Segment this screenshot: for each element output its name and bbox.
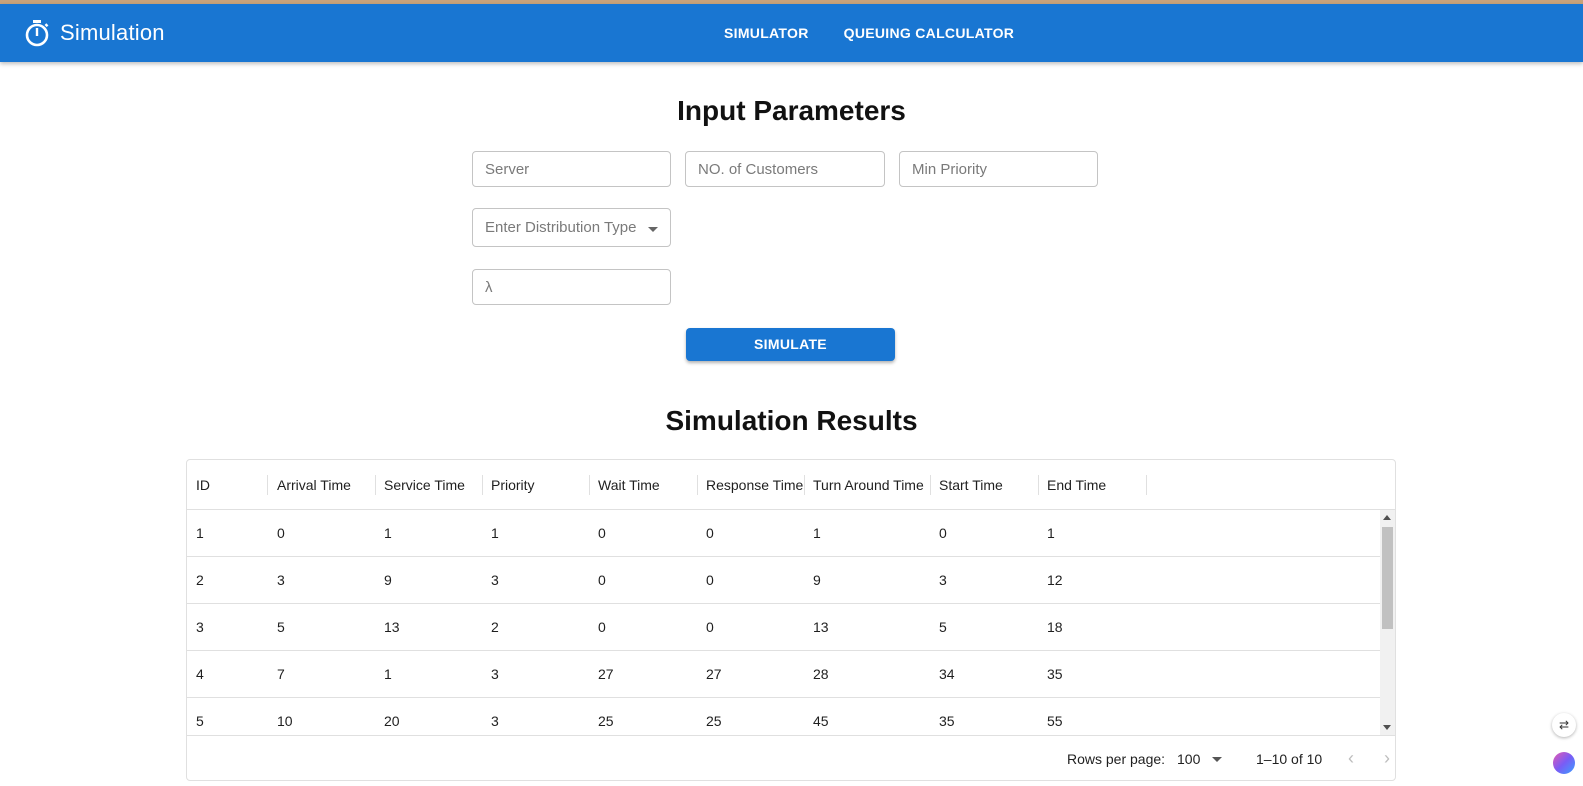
cell-end-time: 1 (1047, 525, 1055, 541)
cell-end-time: 18 (1047, 619, 1063, 635)
table-header: ID Arrival Time Service Time Priority Wa… (187, 460, 1395, 510)
cell-wait-time: 0 (598, 619, 606, 635)
column-header-response-time[interactable]: Response Time (697, 460, 803, 510)
customers-input[interactable]: NO. of Customers (685, 151, 885, 187)
cell-id: 4 (196, 666, 204, 682)
cell-priority: 3 (491, 666, 499, 682)
app-bar: Simulation SIMULATOR QUEUING CALCULATOR (0, 4, 1583, 62)
column-header-priority[interactable]: Priority (482, 460, 535, 510)
cell-wait-time: 0 (598, 525, 606, 541)
pagination-range: 1–10 of 10 (1256, 751, 1323, 767)
cell-response-time: 25 (706, 713, 722, 729)
table-pagination: Rows per page: 100 1–10 of 10 ‹ › (187, 735, 1395, 780)
cell-service-time: 1 (384, 525, 392, 541)
table-scrollbar[interactable] (1380, 510, 1395, 735)
cell-arrival-time: 3 (277, 572, 285, 588)
cell-priority: 2 (491, 619, 499, 635)
cell-id: 1 (196, 525, 204, 541)
previous-page-icon[interactable]: ‹ (1340, 747, 1362, 769)
translate-extension-icon[interactable]: ⇄ (1552, 713, 1576, 737)
results-table: ID Arrival Time Service Time Priority Wa… (186, 459, 1396, 781)
rows-per-page-label: Rows per page: (1067, 751, 1166, 767)
cell-response-time: 0 (706, 619, 714, 635)
cell-priority: 3 (491, 713, 499, 729)
cell-arrival-time: 0 (277, 525, 285, 541)
cell-service-time: 9 (384, 572, 392, 588)
server-placeholder: Server (485, 161, 530, 178)
customers-placeholder: NO. of Customers (698, 161, 819, 178)
scroll-up-arrow-icon[interactable] (1383, 515, 1391, 520)
simulation-results-heading: Simulation Results (665, 405, 918, 436)
cell-wait-time: 0 (598, 572, 606, 588)
brand[interactable]: Simulation (24, 16, 165, 50)
top-nav: SIMULATOR QUEUING CALCULATOR (716, 4, 1041, 62)
cell-service-time: 1 (384, 666, 392, 682)
server-input[interactable]: Server (472, 151, 671, 187)
cell-id: 5 (196, 713, 204, 729)
scroll-down-arrow-icon[interactable] (1383, 725, 1391, 730)
table-row[interactable]: 1 0 1 1 0 0 1 0 1 (187, 510, 1380, 557)
min-priority-placeholder: Min Priority (912, 161, 988, 178)
column-header-id[interactable]: ID (187, 460, 210, 510)
table-row[interactable]: 4 7 1 3 27 27 28 34 35 (187, 651, 1380, 698)
cell-priority: 3 (491, 572, 499, 588)
table-row[interactable]: 5 10 20 3 25 25 45 35 55 (187, 698, 1380, 735)
cell-turn-around-time: 45 (813, 713, 829, 729)
cell-arrival-time: 10 (277, 713, 293, 729)
assistant-extension-icon[interactable] (1553, 752, 1575, 774)
cell-id: 2 (196, 572, 204, 588)
cell-arrival-time: 5 (277, 619, 285, 635)
cell-start-time: 3 (939, 572, 947, 588)
table-row[interactable]: 2 3 9 3 0 0 9 3 12 (187, 557, 1380, 604)
min-priority-input[interactable]: Min Priority (899, 151, 1098, 187)
distribution-placeholder: Enter Distribution Type (485, 219, 637, 236)
scrollbar-thumb[interactable] (1382, 527, 1393, 629)
cell-turn-around-time: 28 (813, 666, 829, 682)
table-body: 1 0 1 1 0 0 1 0 1 2 3 9 3 0 0 9 3 12 3 5… (187, 510, 1380, 735)
cell-response-time: 0 (706, 572, 714, 588)
next-page-icon[interactable]: › (1376, 747, 1395, 769)
cell-end-time: 12 (1047, 572, 1063, 588)
column-header-end-time[interactable]: End Time (1038, 460, 1106, 510)
cell-service-time: 20 (384, 713, 400, 729)
column-header-wait-time[interactable]: Wait Time (589, 460, 660, 510)
lambda-placeholder: λ (485, 279, 493, 296)
cell-priority: 1 (491, 525, 499, 541)
column-separator[interactable] (1146, 475, 1147, 495)
rows-per-page-select[interactable]: 100 (1177, 751, 1200, 767)
simulate-button[interactable]: SIMULATE (686, 328, 895, 361)
lambda-input[interactable]: λ (472, 269, 671, 305)
cell-turn-around-time: 9 (813, 572, 821, 588)
input-parameters-heading: Input Parameters (677, 95, 906, 126)
cell-end-time: 35 (1047, 666, 1063, 682)
column-header-turn-around-time[interactable]: Turn Around Time (804, 460, 924, 510)
cell-turn-around-time: 13 (813, 619, 829, 635)
distribution-type-select[interactable]: Enter Distribution Type (472, 208, 671, 247)
cell-wait-time: 27 (598, 666, 614, 682)
stopwatch-icon (25, 20, 49, 47)
nav-simulator[interactable]: SIMULATOR (716, 19, 817, 47)
column-header-service-time[interactable]: Service Time (375, 460, 465, 510)
rows-per-page-dropdown-icon[interactable] (1212, 757, 1222, 762)
cell-service-time: 13 (384, 619, 400, 635)
cell-turn-around-time: 1 (813, 525, 821, 541)
cell-id: 3 (196, 619, 204, 635)
app-title: Simulation (60, 20, 165, 45)
cell-end-time: 55 (1047, 713, 1063, 729)
cell-response-time: 0 (706, 525, 714, 541)
cell-start-time: 0 (939, 525, 947, 541)
cell-wait-time: 25 (598, 713, 614, 729)
dropdown-arrow-icon (648, 227, 658, 232)
cell-arrival-time: 7 (277, 666, 285, 682)
table-row[interactable]: 3 5 13 2 0 0 13 5 18 (187, 604, 1380, 651)
cell-start-time: 35 (939, 713, 955, 729)
nav-queuing-calculator[interactable]: QUEUING CALCULATOR (836, 19, 1023, 47)
column-header-start-time[interactable]: Start Time (930, 460, 1003, 510)
column-header-arrival-time[interactable]: Arrival Time (268, 460, 351, 510)
cell-response-time: 27 (706, 666, 722, 682)
cell-start-time: 34 (939, 666, 955, 682)
cell-start-time: 5 (939, 619, 947, 635)
